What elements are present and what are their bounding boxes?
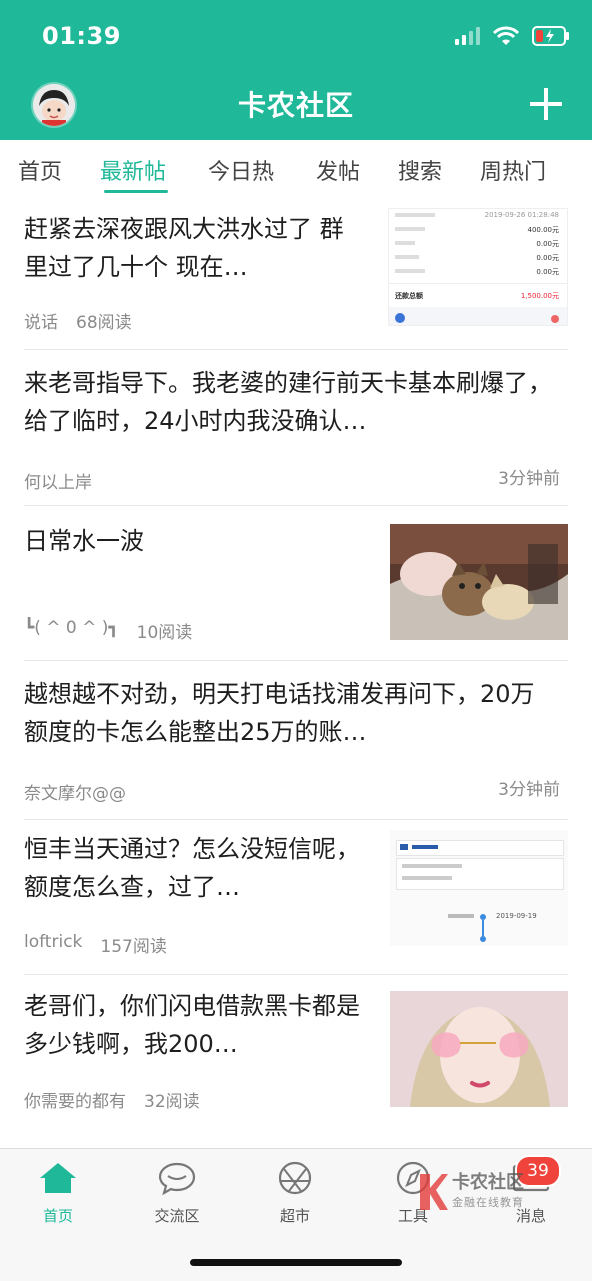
tab-active-indicator xyxy=(104,190,168,193)
receipt-dot-icon xyxy=(551,315,559,323)
post-reads: 157阅读 xyxy=(100,937,167,957)
post-title: 越想越不对劲，明天打电话找浦发再问下，20万额度的卡怎么能整出25万的账… xyxy=(24,680,535,746)
receipt-label-bar xyxy=(395,227,425,231)
post-title: 恒丰当天通过？怎么没短信呢，额度怎么查，过了… xyxy=(24,835,360,901)
battery-icon xyxy=(532,26,569,46)
post-author: 奈文摩尔@@ xyxy=(24,784,126,804)
post-author: 你需要的都有 xyxy=(24,1092,126,1112)
receipt-value: 0.00元 xyxy=(536,254,559,262)
post-item[interactable]: 恒丰当天通过？怎么没短信呢，额度怎么查，过了… loftrick 157阅读 2… xyxy=(24,820,568,975)
post-meta: 何以上岸 xyxy=(24,468,92,493)
post-meta: ┗( ^ 0 ^ )┓ 10阅读 xyxy=(24,618,192,643)
tab-post[interactable]: 发帖 xyxy=(316,154,360,186)
bank-info-bar xyxy=(402,864,462,868)
bank-logo-icon xyxy=(400,844,408,850)
post-title: 赶紧去深夜跟风大洪水过了 群里过了几十个 现在… xyxy=(24,215,344,281)
status-indicators xyxy=(455,24,570,48)
tab-weekly-hot[interactable]: 周热门 xyxy=(480,154,546,186)
home-indicator xyxy=(190,1259,402,1266)
signal-icon xyxy=(455,27,480,45)
bank-info-box xyxy=(396,858,564,890)
receipt-divider xyxy=(389,283,567,284)
home-icon xyxy=(40,1163,76,1193)
nav-home[interactable]: 首页 xyxy=(13,1161,103,1226)
post-meta: 你需要的都有 32阅读 xyxy=(24,1087,200,1112)
post-title: 来老哥指导下。我老婆的建行前天卡基本刷爆了，给了临时，24小时内我没确认… xyxy=(24,369,552,435)
receipt-value: 0.00元 xyxy=(536,240,559,248)
status-time: 01:39 xyxy=(42,22,121,50)
nav-messages-label: 消息 xyxy=(515,1207,546,1225)
message-badge: 39 xyxy=(515,1155,561,1187)
post-time: 3分钟前 xyxy=(498,780,560,800)
cat-photo xyxy=(390,524,568,640)
nav-tools-label: 工具 xyxy=(397,1207,428,1225)
post-thumbnail xyxy=(390,991,568,1107)
app-header: 01:39 卡农社区 xyxy=(0,0,592,140)
bank-screenshot: 2019-09-19 xyxy=(390,830,568,946)
timeline-date: 2019-09-19 xyxy=(496,912,537,920)
post-author: loftrick xyxy=(24,932,83,952)
post-feed: 赶紧去深夜跟风大洪水过了 群里过了几十个 现在… 说话 68阅读 2019-09… xyxy=(0,200,592,1129)
post-meta: 说话 68阅读 xyxy=(24,308,132,333)
receipt-label-bar xyxy=(395,213,435,217)
receipt-footer xyxy=(389,307,567,325)
tab-home[interactable]: 首页 xyxy=(18,154,62,186)
receipt-label-bar xyxy=(395,269,425,273)
chat-bubble-icon xyxy=(158,1162,196,1196)
nav-messages[interactable]: 39 消息 xyxy=(486,1155,576,1226)
post-thumbnail xyxy=(390,524,568,640)
receipt-value: 400.00元 xyxy=(527,226,560,234)
post-thumbnail: 2019-09-19 xyxy=(390,830,568,946)
plus-icon[interactable] xyxy=(530,88,562,120)
tab-latest[interactable]: 最新帖 xyxy=(100,154,166,186)
post-reads: 32阅读 xyxy=(144,1092,200,1112)
receipt-value: 0.00元 xyxy=(536,268,559,276)
receipt-date: 2019-09-26 01:28:48 xyxy=(484,211,559,219)
compass-icon xyxy=(396,1161,430,1195)
post-reads: 10阅读 xyxy=(136,623,193,643)
app-title: 卡农社区 xyxy=(237,89,354,122)
post-item[interactable]: 赶紧去深夜跟风大洪水过了 群里过了几十个 现在… 说话 68阅读 2019-09… xyxy=(24,200,568,350)
post-author: 何以上岸 xyxy=(24,473,92,493)
nav-tools[interactable]: 工具 xyxy=(368,1161,458,1226)
receipt-total-value: 1,500.00元 xyxy=(520,292,559,300)
nav-exchange[interactable]: 交流区 xyxy=(132,1161,222,1226)
wifi-icon xyxy=(492,26,520,45)
post-time: 3分钟前 xyxy=(498,469,560,489)
nav-market-label: 超市 xyxy=(279,1207,310,1225)
post-item[interactable]: 来老哥指导下。我老婆的建行前天卡基本刷爆了，给了临时，24小时内我没确认… 何以… xyxy=(24,350,568,506)
receipt-label-bar xyxy=(395,255,419,259)
post-meta: 奈文摩尔@@ xyxy=(24,779,126,804)
post-title: 老哥们，你们闪电借款黑卡都是多少钱啊，我200… xyxy=(24,992,360,1058)
post-item[interactable]: 越想越不对劲，明天打电话找浦发再问下，20万额度的卡怎么能整出25万的账… 奈文… xyxy=(24,661,568,820)
post-reads: 68阅读 xyxy=(76,313,132,333)
receipt-label-bar xyxy=(395,241,415,245)
tab-today-hot[interactable]: 今日热 xyxy=(208,154,274,186)
alipay-icon xyxy=(395,313,405,323)
receipt-total-label: 还款总额 xyxy=(395,292,423,300)
tab-search[interactable]: 搜索 xyxy=(398,154,442,186)
selfie-photo xyxy=(390,991,568,1107)
nav-exchange-label: 交流区 xyxy=(154,1207,200,1225)
timeline-label-bar xyxy=(448,914,474,918)
post-item[interactable]: 日常水一波 ┗( ^ 0 ^ )┓ 10阅读 xyxy=(24,506,568,661)
bank-info-bar xyxy=(402,876,452,880)
nav-home-label: 首页 xyxy=(42,1207,73,1225)
timeline-dot xyxy=(480,936,486,942)
aperture-icon xyxy=(278,1161,312,1195)
post-author: ┗( ^ 0 ^ )┓ xyxy=(24,618,119,638)
post-meta: loftrick 157阅读 xyxy=(24,932,167,957)
nav-market[interactable]: 超市 xyxy=(250,1161,340,1226)
post-thumbnail: 2019-09-26 01:28:48 400.00元 0.00元 0.00元 … xyxy=(388,208,568,326)
post-item[interactable]: 老哥们，你们闪电借款黑卡都是多少钱啊，我200… 你需要的都有 32阅读 xyxy=(24,975,568,1129)
tab-bar: 首页 最新帖 今日热 发帖 搜索 周热门 xyxy=(0,140,592,200)
bank-name-bar xyxy=(412,845,438,849)
post-title: 日常水一波 xyxy=(24,527,144,555)
bottom-nav: 首页 交流区 超市 工具 39 消息 xyxy=(0,1148,592,1281)
post-author: 说话 xyxy=(24,313,58,333)
receipt-screenshot: 2019-09-26 01:28:48 400.00元 0.00元 0.00元 … xyxy=(389,209,567,325)
